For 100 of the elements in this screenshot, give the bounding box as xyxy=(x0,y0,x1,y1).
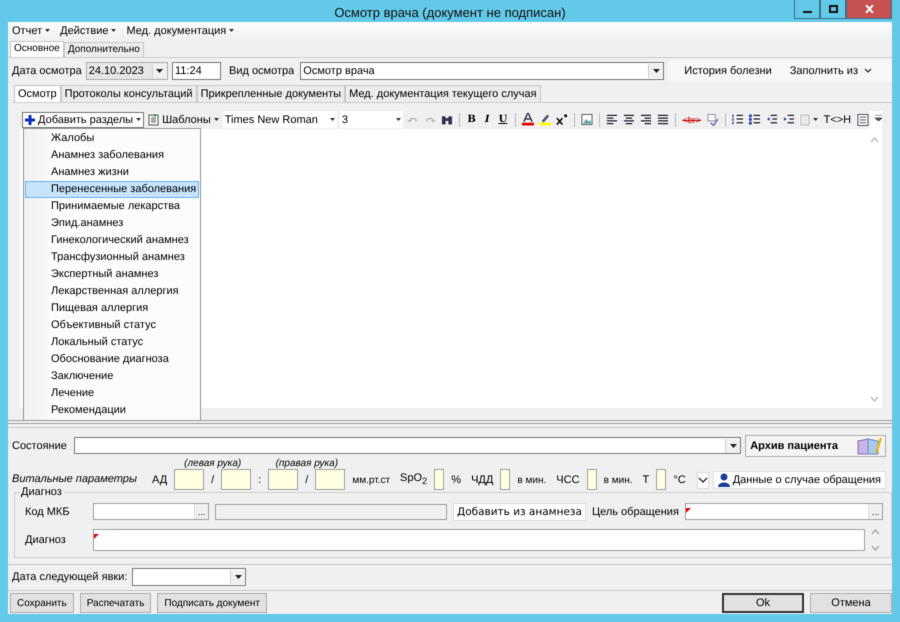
menu-item[interactable]: Лекарственная аллергия xyxy=(25,282,199,300)
line-break-button[interactable]: <br> xyxy=(680,114,703,125)
menu-item[interactable]: Жалобы xyxy=(25,130,199,147)
archive-button[interactable]: Архив пациента xyxy=(745,434,886,457)
field-label: Диагноз xyxy=(25,534,67,546)
field-label: / xyxy=(211,474,214,488)
page-button[interactable] xyxy=(798,114,819,126)
superscript-icon[interactable] xyxy=(556,113,568,126)
book-icon xyxy=(856,436,882,455)
input-field[interactable] xyxy=(586,468,597,490)
dialog-button[interactable]: Отмена xyxy=(810,593,892,614)
spellcheck-icon[interactable] xyxy=(707,113,719,126)
caret-icon xyxy=(330,118,335,122)
tab[interactable]: Осмотр xyxy=(14,84,61,102)
menu-item[interactable]: Пищевая аллергия xyxy=(25,300,199,317)
action-button[interactable]: Подписать документ xyxy=(157,593,267,614)
indent-icon[interactable] xyxy=(782,113,795,126)
align-left-icon[interactable] xyxy=(606,113,618,126)
font-size-dropdown[interactable]: 3 xyxy=(340,111,403,128)
input-field[interactable] xyxy=(656,468,666,490)
dialog-button[interactable]: Ok xyxy=(722,593,804,614)
dropdown-arrow-icon[interactable] xyxy=(730,444,737,448)
exam-type-dropdown[interactable]: Осмотр врача xyxy=(300,62,664,80)
swap-case-button[interactable]: T<>H xyxy=(822,114,854,126)
menu-item[interactable]: Гинекологический анамнез xyxy=(25,232,199,249)
dropdown-arrow-icon[interactable] xyxy=(652,68,660,73)
menu-item[interactable]: Рекомендации xyxy=(25,402,199,419)
font-color-icon[interactable] xyxy=(522,113,534,126)
tab[interactable]: Дополнительно xyxy=(64,42,144,57)
menu-item[interactable]: Трансфузионный анамнез xyxy=(25,248,199,266)
menu-item[interactable]: Локальный статус xyxy=(25,334,199,351)
browse-button[interactable]: ... xyxy=(868,504,882,520)
condition-dropdown[interactable] xyxy=(74,437,742,454)
input-field[interactable] xyxy=(268,468,298,490)
unit-label: мм.рт.ст xyxy=(352,474,390,488)
italic-button[interactable]: I xyxy=(482,114,493,126)
tab[interactable]: Прикрепленные документы xyxy=(196,84,346,102)
date-dropdown[interactable] xyxy=(132,568,246,586)
browse-button[interactable]: ... xyxy=(194,504,208,520)
numbered-list-icon[interactable] xyxy=(732,113,744,126)
minimize-button[interactable] xyxy=(794,0,820,19)
input-field[interactable] xyxy=(221,468,252,490)
action-button[interactable]: Распечатать xyxy=(80,593,152,614)
field-label: Дата осмотра xyxy=(12,64,82,77)
diagnosis-field[interactable] xyxy=(93,528,865,551)
menu-item[interactable]: Мед. документация xyxy=(124,24,236,38)
add-sections-button[interactable]: Добавить разделы xyxy=(22,112,144,128)
case-data-button[interactable]: Данные о случае обращения xyxy=(712,470,886,489)
chevron-down-icon[interactable] xyxy=(864,68,872,74)
menu-item[interactable]: Отчет xyxy=(10,24,52,38)
menu-item[interactable]: Объективный статус xyxy=(25,316,199,334)
close-icon[interactable] xyxy=(864,5,874,13)
tab[interactable]: Мед. документация текущего случая xyxy=(345,84,541,102)
field-label: SpO$_{2}$ xyxy=(400,472,428,488)
menu-item[interactable]: Заключение xyxy=(25,368,199,385)
font-dropdown[interactable]: Times New Roman xyxy=(222,111,337,128)
menu-item[interactable]: Принимаемые лекарства xyxy=(25,198,199,215)
action-button[interactable]: Сохранить xyxy=(10,593,74,614)
expand-button[interactable] xyxy=(696,472,709,489)
dropdown-arrow-icon[interactable] xyxy=(234,575,242,580)
input-field[interactable] xyxy=(315,468,346,490)
highlighter-icon[interactable] xyxy=(539,113,552,126)
visit-purpose-field[interactable]: ... xyxy=(684,503,883,520)
bullet-list-icon[interactable] xyxy=(748,113,761,126)
menu-item[interactable]: Обоснование диагноза xyxy=(25,350,199,368)
menu-item[interactable]: Анамнез заболевания xyxy=(25,146,199,164)
tab[interactable]: Основное xyxy=(10,40,64,57)
templates-button[interactable]: Шаблоны xyxy=(147,114,220,126)
document-icon xyxy=(148,114,160,126)
time-field[interactable]: 11:24 xyxy=(172,62,221,80)
menu-item[interactable]: Действие xyxy=(58,24,118,38)
input-field[interactable] xyxy=(174,468,204,490)
tab[interactable]: Протоколы консультаций xyxy=(60,84,197,102)
bold-button[interactable]: B xyxy=(464,114,479,126)
outdent-icon[interactable] xyxy=(766,113,778,126)
chevron-down-icon[interactable] xyxy=(698,477,708,484)
clipboard-icon[interactable] xyxy=(857,113,870,126)
input-field[interactable] xyxy=(434,468,444,490)
input-field[interactable] xyxy=(500,468,510,490)
align-center-icon[interactable] xyxy=(622,113,635,126)
toolbar-button[interactable]: История болезни xyxy=(682,64,774,77)
add-from-anamnesis-button[interactable]: Добавить из анамнеза xyxy=(453,502,586,521)
close-button[interactable] xyxy=(846,0,892,19)
menu-item[interactable]: Экспертный анамнез xyxy=(25,266,199,283)
justify-icon[interactable] xyxy=(656,113,669,126)
underline-button[interactable]: U xyxy=(496,114,510,126)
menu-item[interactable]: Анамнез жизни xyxy=(25,164,199,181)
maximize-button[interactable] xyxy=(820,0,846,19)
caret-icon xyxy=(229,29,234,32)
toolbar-overflow-icon[interactable] xyxy=(875,114,882,121)
icd-code-field[interactable]: ... xyxy=(93,503,209,520)
group-title: Диагноз xyxy=(19,486,64,498)
menu-item[interactable]: Эпид.анамнез xyxy=(25,214,199,232)
caret-icon xyxy=(214,118,219,122)
toolbar-button[interactable]: Заполнить из xyxy=(788,64,874,77)
menu-item[interactable]: Лечение xyxy=(25,384,199,402)
maximize-icon[interactable] xyxy=(828,5,838,13)
image-icon[interactable] xyxy=(580,113,593,126)
align-right-icon[interactable] xyxy=(640,113,652,126)
menu-item[interactable]: Перенесенные заболевания xyxy=(25,180,199,198)
